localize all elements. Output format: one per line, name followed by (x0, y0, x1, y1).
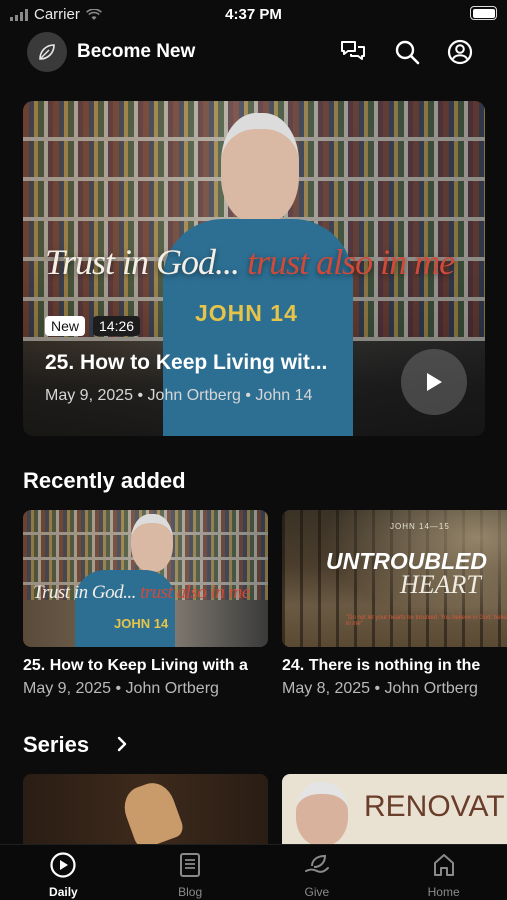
brand-logo[interactable] (27, 32, 67, 72)
featured-episode-card[interactable]: Trust in God... trust also in me JOHN 14… (23, 101, 485, 436)
hero-title: 25. How to Keep Living wit... (45, 351, 328, 374)
series-card[interactable] (23, 774, 268, 844)
tab-home[interactable]: Home (380, 845, 507, 900)
new-badge: New (45, 316, 86, 336)
episode-meta: May 8, 2025 • John Ortberg (282, 680, 478, 697)
tab-label: Blog (178, 885, 203, 899)
tab-label: Home (427, 885, 460, 899)
leaf-icon (39, 44, 55, 60)
tab-bar: Daily Blog Give Home (0, 844, 507, 900)
episode-thumbnail: JOHN 14—15 UNTROUBLED HEART "Do not let … (282, 510, 507, 647)
tab-give[interactable]: Give (254, 845, 381, 900)
chat-icon[interactable] (339, 38, 367, 66)
tab-blog[interactable]: Blog (127, 845, 254, 900)
hero-badges: New 14:26 (45, 316, 141, 336)
episode-card[interactable]: JOHN 14—15 UNTROUBLED HEART "Do not let … (282, 510, 507, 698)
episode-thumbnail: Trust in God... trust also in me JOHN 14 (23, 510, 268, 647)
play-icon (427, 373, 442, 391)
tab-label: Daily (49, 885, 78, 899)
home-icon (433, 854, 454, 876)
leaf-hand-icon (304, 854, 329, 873)
document-icon (180, 853, 201, 877)
series-card[interactable]: RENOVATION (282, 774, 507, 844)
search-icon[interactable] (393, 38, 421, 66)
hero-meta: May 9, 2025 • John Ortberg • John 14 (45, 387, 313, 404)
play-circle-icon (50, 852, 76, 878)
status-time: 4:37 PM (225, 6, 282, 23)
chevron-right-icon[interactable] (115, 736, 129, 752)
recently-added-heading: Recently added (23, 468, 186, 493)
play-button[interactable] (401, 349, 467, 415)
app-header: Become New (0, 30, 507, 76)
tab-label: Give (304, 885, 330, 899)
battery-icon (470, 6, 497, 20)
hero-overlay-title: JOHN 14 (195, 300, 298, 326)
account-icon[interactable] (446, 38, 474, 66)
episode-title: 24. There is nothing in the (282, 657, 481, 674)
series-thumb-text: RENOVATION (364, 790, 507, 823)
series-heading[interactable]: Series (23, 732, 89, 758)
episode-meta: May 9, 2025 • John Ortberg (23, 680, 219, 697)
hero-quote: Trust in God... trust also in me (45, 242, 455, 282)
episode-title: 25. How to Keep Living with a (23, 657, 248, 674)
series-thumbnail (296, 782, 348, 844)
episode-card[interactable]: Trust in God... trust also in me JOHN 14… (23, 510, 268, 698)
app-title: Become New (77, 41, 196, 62)
tab-daily[interactable]: Daily (0, 845, 127, 900)
status-bar: Carrier 4:37 PM (0, 0, 507, 28)
duration-badge: 14:26 (93, 316, 141, 336)
series-thumbnail (118, 777, 186, 844)
